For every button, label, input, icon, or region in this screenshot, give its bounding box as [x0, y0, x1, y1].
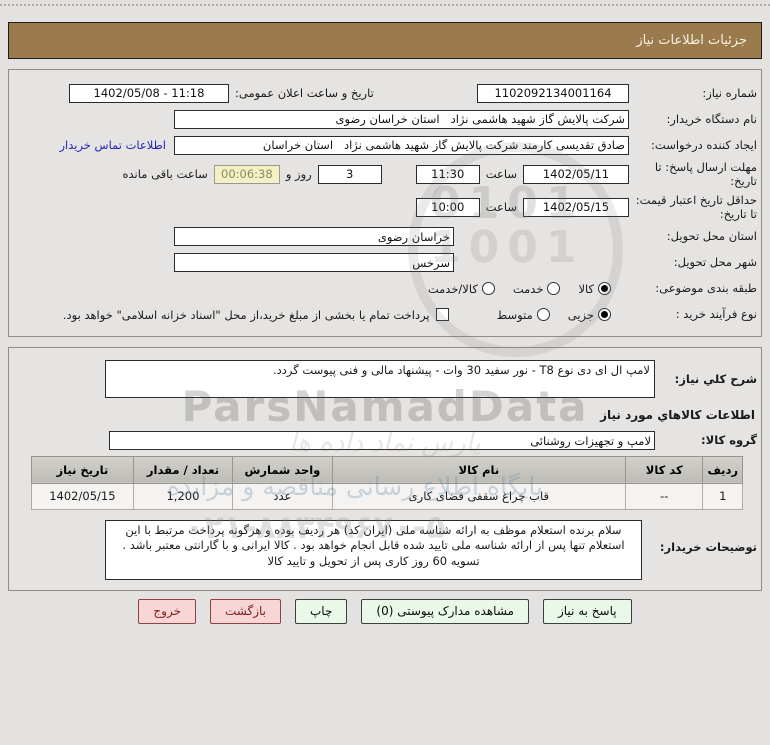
row-classification: طبقه بندی موضوعی: کالا خدمت کالا/خدمت	[13, 278, 757, 300]
cell-item-code: --	[624, 482, 704, 510]
goods-group-field[interactable]	[109, 431, 655, 450]
page: { "title_bar": "جزئیات اطلاعات نیاز", "f…	[0, 0, 770, 745]
province-label: استان محل تحویل:	[666, 229, 757, 244]
need-details-panel: شرح کلي نیاز: لامپ ال ای دی نوع T8 - نور…	[8, 346, 762, 591]
reply-deadline-label: مهلت ارسال پاسخ: تا تاریخ:	[654, 160, 757, 189]
back-button[interactable]: بازگشت	[210, 598, 281, 624]
cell-row-number: 1	[702, 482, 743, 510]
row-province: استان محل تحویل:	[13, 226, 757, 248]
treasury-docs-label: پرداخت تمام یا بخشی از مبلغ خرید،از محل …	[62, 307, 430, 322]
header-need-date: تاریخ نیاز	[31, 455, 134, 484]
radio-service[interactable]	[547, 282, 561, 295]
province-field[interactable]	[174, 227, 454, 246]
header-row-number: ردیف	[702, 455, 743, 484]
city-label: شهر محل تحویل:	[673, 255, 757, 270]
goods-table: ردیف کد کالا نام کالا واحد شمارش تعداد /…	[31, 455, 743, 510]
buyer-org-field[interactable]	[174, 109, 629, 129]
price-validity-time-field[interactable]	[415, 197, 480, 217]
view-attachments-button[interactable]: مشاهده مدارک پیوستی (0)	[361, 598, 529, 624]
reply-deadline-time-label: ساعت	[485, 167, 517, 182]
radio-partial-label: جزیی	[567, 307, 594, 322]
radio-medium-label: متوسط	[496, 307, 533, 322]
row-buyer-notes: توضیحات خریدار: سلام برنده استعلام موظف …	[13, 519, 757, 580]
goods-section-header: اطلاعات کالاهاي مورد نیاز	[600, 407, 755, 422]
process-type-label: نوع فرآیند خرید :	[675, 307, 757, 322]
reply-to-need-button[interactable]: پاسخ به نیاز	[542, 598, 632, 624]
days-remaining-field[interactable]	[317, 164, 382, 184]
radio-goods[interactable]	[598, 282, 611, 295]
row-city: شهر محل تحویل:	[13, 252, 757, 274]
cell-count-unit: عدد	[232, 482, 333, 510]
treasury-docs-checkbox[interactable]	[435, 308, 449, 321]
radio-goods-service-label: کالا/خدمت	[427, 281, 478, 296]
buyer-org-label: نام دستگاه خریدار:	[666, 111, 757, 126]
row-price-validity: حداقل تاریخ اعتبار قیمت: تا تاریخ: ساعت	[13, 193, 757, 222]
row-description: شرح کلي نیاز: لامپ ال ای دی نوع T8 - نور…	[13, 359, 757, 398]
need-number-label: شماره نیاز:	[702, 85, 757, 100]
description-label: شرح کلي نیاز:	[674, 371, 757, 386]
cell-item-name: قاب چراغ سقفی فضای کاری	[331, 482, 626, 510]
radio-goods-service[interactable]	[481, 282, 495, 295]
buyer-contact-link[interactable]: اطلاعات تماس خریدار	[59, 138, 166, 152]
need-number-field[interactable]	[477, 83, 629, 103]
row-need-number: شماره نیاز: تاریخ و ساعت اعلان عمومی:	[13, 82, 757, 104]
top-divider	[0, 0, 770, 6]
time-remaining-box: 00:06:38	[213, 164, 280, 184]
row-creator: ایجاد کننده درخواست: اطلاعات تماس خریدار	[13, 134, 757, 156]
buyer-notes-box[interactable]: سلام برنده استعلام موظف به ارائه شناسه م…	[105, 519, 642, 580]
price-validity-label: حداقل تاریخ اعتبار قیمت: تا تاریخ:	[635, 192, 757, 222]
radio-service-label: خدمت	[512, 281, 544, 296]
header-item-name: نام کالا	[331, 455, 626, 484]
request-info-panel: شماره نیاز: تاریخ و ساعت اعلان عمومی: نا…	[8, 69, 762, 337]
announce-label: تاریخ و ساعت اعلان عمومی:	[235, 86, 374, 100]
creator-label: ایجاد کننده درخواست:	[651, 137, 757, 152]
days-remaining-label: روز و	[285, 167, 312, 182]
cell-need-date: 1402/05/15	[31, 482, 134, 510]
announce-datetime-field[interactable]	[69, 83, 229, 103]
buyer-notes-label: توضیحات خریدار:	[659, 539, 757, 554]
reply-deadline-time-field[interactable]	[415, 164, 480, 184]
header-count-unit: واحد شمارش	[232, 455, 333, 484]
header-item-code: کد کالا	[624, 455, 704, 484]
row-reply-deadline: مهلت ارسال پاسخ: تا تاریخ: ساعت روز و 00…	[13, 160, 758, 189]
exit-button[interactable]: خروج	[138, 598, 196, 624]
row-buyer-org: نام دستگاه خریدار:	[13, 108, 757, 130]
reply-deadline-date-field[interactable]	[523, 164, 629, 184]
city-field[interactable]	[174, 253, 454, 272]
radio-goods-label: کالا	[578, 281, 594, 296]
row-goods-group: گروه کالا:	[13, 430, 757, 452]
print-button[interactable]: چاپ	[295, 598, 348, 624]
creator-field[interactable]	[174, 135, 629, 155]
action-button-bar: پاسخ به نیاز مشاهده مدارک پیوستی (0) چاپ…	[0, 598, 770, 624]
page-title: جزئیات اطلاعات نیاز	[8, 22, 762, 59]
description-box[interactable]: لامپ ال ای دی نوع T8 - نور سفید 30 وات -…	[105, 359, 655, 398]
row-process-type: نوع فرآیند خرید : جزیی متوسط پرداخت تمام…	[13, 304, 757, 326]
price-validity-time-label: ساعت	[485, 200, 517, 215]
radio-medium[interactable]	[536, 308, 550, 321]
table-row: 1 -- قاب چراغ سقفی فضای کاری عدد 1,200 1…	[31, 482, 743, 510]
radio-partial[interactable]	[598, 308, 611, 321]
price-validity-date-field[interactable]	[523, 197, 629, 217]
cell-quantity: 1,200	[132, 482, 234, 510]
time-remaining-label: ساعت باقی مانده	[122, 167, 208, 182]
header-quantity: تعداد / مقدار	[132, 455, 234, 484]
goods-table-header-row: ردیف کد کالا نام کالا واحد شمارش تعداد /…	[31, 455, 743, 484]
classification-label: طبقه بندی موضوعی:	[655, 281, 757, 296]
goods-group-label: گروه کالا:	[701, 433, 757, 448]
